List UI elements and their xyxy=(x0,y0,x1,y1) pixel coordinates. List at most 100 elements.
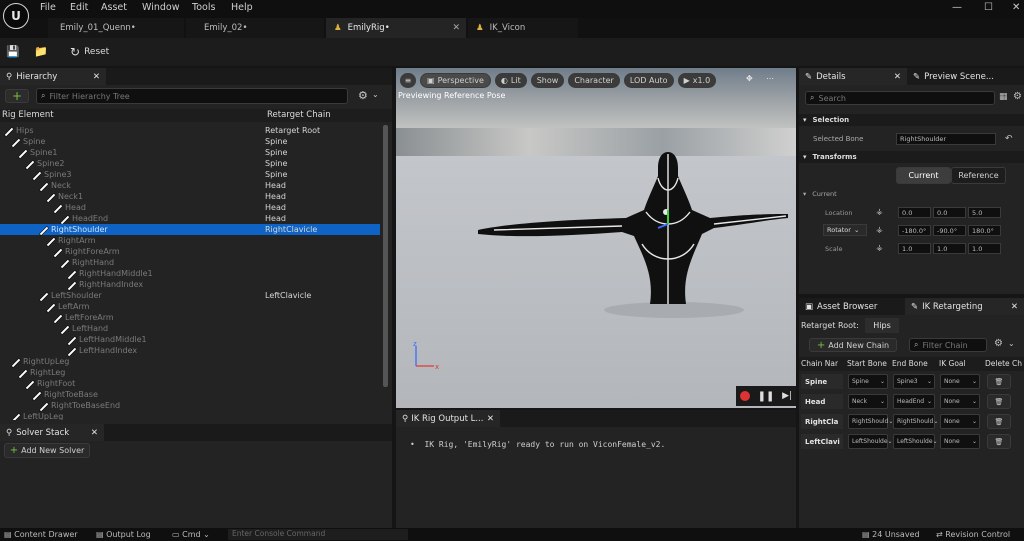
filter-chain-input[interactable]: ⌕ Filter Chain xyxy=(909,338,987,352)
cmd-dropdown[interactable]: ▭ Cmd ⌄ xyxy=(172,530,210,539)
tree-row[interactable]: RightHand xyxy=(0,257,380,269)
tab-hierarchy[interactable]: ⚲ Hierarchy ✕ xyxy=(0,68,106,85)
save-icon[interactable]: 💾 xyxy=(6,45,20,58)
col-rig-element[interactable]: Rig Element xyxy=(2,110,54,120)
revision-control-button[interactable]: ⇄ Revision Control xyxy=(936,530,1010,539)
col-delete-chain[interactable]: Delete Ch xyxy=(985,359,1022,368)
tree-row[interactable]: LeftShoulder LeftClavicle xyxy=(0,290,380,302)
tree-row[interactable]: RightForeArm xyxy=(0,246,380,258)
current-toggle[interactable]: Current xyxy=(896,167,951,184)
col-chain-name[interactable]: Chain Nar xyxy=(801,359,838,368)
reset-arrow-icon[interactable]: ↶ xyxy=(1005,134,1013,144)
menu-edit[interactable]: Edit xyxy=(70,2,88,13)
tree-row[interactable]: HeadEnd Head xyxy=(0,213,380,225)
end-bone-dropdown[interactable]: LeftShoulde ⌄ xyxy=(893,434,938,449)
tree-row[interactable]: Spine1 Spine xyxy=(0,147,380,159)
tab-preview-scene[interactable]: ✎ Preview Scene... xyxy=(907,68,1024,85)
col-end-bone[interactable]: End Bone xyxy=(892,359,928,368)
end-bone-dropdown[interactable]: Spine3 ⌄ xyxy=(893,374,935,389)
delete-chain-button[interactable]: 🗑 xyxy=(987,394,1011,409)
pause-icon[interactable]: ❚❚ xyxy=(758,391,775,402)
close-tab-icon[interactable]: ✕ xyxy=(1011,302,1018,312)
tab-emily-02[interactable]: Emily_02• xyxy=(186,18,324,38)
close-tab-icon[interactable]: ✕ xyxy=(93,72,100,82)
tree-row[interactable]: RightHandMiddle1 xyxy=(0,268,380,280)
scale-x[interactable]: 1.0 xyxy=(898,243,931,254)
retarget-root-dropdown[interactable]: Hips xyxy=(865,318,899,333)
delete-chain-button[interactable]: 🗑 xyxy=(987,414,1011,429)
transform-lock-icon[interactable]: ⚶ xyxy=(876,207,883,216)
reference-toggle[interactable]: Reference xyxy=(951,167,1006,184)
menu-help[interactable]: Help xyxy=(231,2,253,13)
details-search-input[interactable]: ⌕ Search xyxy=(805,91,995,105)
show-button[interactable]: Show xyxy=(530,72,565,88)
add-element-button[interactable]: + xyxy=(5,89,29,103)
tab-solver-stack[interactable]: ⚲ Solver Stack ✕ xyxy=(0,424,104,441)
close-tab-icon[interactable]: ✕ xyxy=(452,23,460,33)
menu-asset[interactable]: Asset xyxy=(101,2,127,13)
unsaved-button[interactable]: ▤ 24 Unsaved xyxy=(862,530,920,539)
minimize-icon[interactable]: — xyxy=(952,2,962,13)
grid-view-icon[interactable]: ▦ xyxy=(999,92,1008,102)
move-icon[interactable]: ✥ xyxy=(746,74,753,83)
scale-z[interactable]: 1.0 xyxy=(968,243,1001,254)
hierarchy-search-input[interactable]: ⌕ Filter Hierarchy Tree xyxy=(36,88,348,104)
chain-name[interactable]: Head xyxy=(801,394,843,409)
tree-row[interactable]: LeftHandMiddle1 xyxy=(0,334,380,346)
location-x[interactable]: 0.0 xyxy=(898,207,931,218)
unreal-logo-icon[interactable]: U xyxy=(3,3,29,29)
tree-row[interactable]: RightToeBase xyxy=(0,389,380,401)
gear-icon[interactable]: ⚙ xyxy=(994,338,1003,349)
viewport[interactable]: ≡ ▣ Perspective ◐ Lit Show Character LOD… xyxy=(396,68,796,408)
playback-speed-button[interactable]: ▶ x1.0 xyxy=(677,72,717,88)
viewport-options-icon[interactable]: ⋯ xyxy=(766,74,774,83)
step-forward-icon[interactable]: ▶| xyxy=(782,391,792,401)
close-tab-icon[interactable]: ✕ xyxy=(487,414,494,424)
add-new-solver-button[interactable]: + Add New Solver xyxy=(4,443,90,458)
viewport-menu-icon[interactable]: ≡ xyxy=(400,72,416,88)
start-bone-dropdown[interactable]: LeftShoulde ⌄ xyxy=(848,434,893,449)
close-tab-icon[interactable]: ✕ xyxy=(91,428,98,438)
col-retarget-chain[interactable]: Retarget Chain xyxy=(267,110,331,120)
chevron-down-icon[interactable]: ⌄ xyxy=(372,90,379,99)
tree-row[interactable]: Neck Head xyxy=(0,180,380,192)
tree-row[interactable]: Spine2 Spine xyxy=(0,158,380,170)
tab-ik-retargeting[interactable]: ✎ IK Retargeting ✕ xyxy=(905,298,1024,315)
lod-button[interactable]: LOD Auto xyxy=(623,72,674,88)
add-new-chain-button[interactable]: + Add New Chain xyxy=(809,338,897,352)
menu-window[interactable]: Window xyxy=(142,2,179,13)
tree-row[interactable]: Neck1 Head xyxy=(0,191,380,203)
start-bone-dropdown[interactable]: Spine ⌄ xyxy=(848,374,888,389)
ik-goal-dropdown[interactable]: None ⌄ xyxy=(940,414,980,429)
ik-goal-dropdown[interactable]: None ⌄ xyxy=(940,394,980,409)
delete-chain-button[interactable]: 🗑 xyxy=(987,434,1011,449)
scale-y[interactable]: 1.0 xyxy=(933,243,966,254)
location-z[interactable]: 5.0 xyxy=(968,207,1001,218)
transforms-section-header[interactable]: ▾ Transforms xyxy=(799,151,1024,163)
rotation-mode-dropdown[interactable]: Rotator ⌄ xyxy=(823,224,867,236)
chevron-down-icon[interactable]: ⌄ xyxy=(1008,339,1015,348)
chain-name[interactable]: Spine xyxy=(801,374,843,389)
maximize-icon[interactable]: ☐ xyxy=(984,2,993,13)
tree-row[interactable]: RightLeg xyxy=(0,367,380,379)
tab-details[interactable]: ✎ Details ✕ xyxy=(799,68,907,85)
tree-row[interactable]: Spine3 Spine xyxy=(0,169,380,181)
chain-name[interactable]: LeftClavi xyxy=(801,434,843,449)
menu-file[interactable]: File xyxy=(40,2,56,13)
rotation-x[interactable]: -180.0° xyxy=(898,225,931,236)
close-window-icon[interactable]: ✕ xyxy=(1012,2,1020,13)
lit-button[interactable]: ◐ Lit xyxy=(494,72,527,88)
tab-emily-01[interactable]: Emily_01_Quenn• xyxy=(48,18,184,38)
tree-row[interactable]: Head Head xyxy=(0,202,380,214)
reset-button[interactable]: ↻ Reset xyxy=(70,44,109,60)
record-icon[interactable] xyxy=(739,391,750,401)
tree-row[interactable]: LeftHandIndex xyxy=(0,345,380,357)
tree-row[interactable]: LeftHand xyxy=(0,323,380,335)
tab-emilyrig[interactable]: ♟ EmilyRig• ✕ xyxy=(326,18,466,38)
start-bone-dropdown[interactable]: Neck ⌄ xyxy=(848,394,888,409)
end-bone-dropdown[interactable]: HeadEnd ⌄ xyxy=(893,394,935,409)
rotation-z[interactable]: 180.0° xyxy=(968,225,1001,236)
tree-row[interactable]: Hips Retarget Root xyxy=(0,125,380,137)
transform-lock-icon[interactable]: ⚶ xyxy=(876,225,883,234)
chain-name[interactable]: RightCla xyxy=(801,414,843,429)
